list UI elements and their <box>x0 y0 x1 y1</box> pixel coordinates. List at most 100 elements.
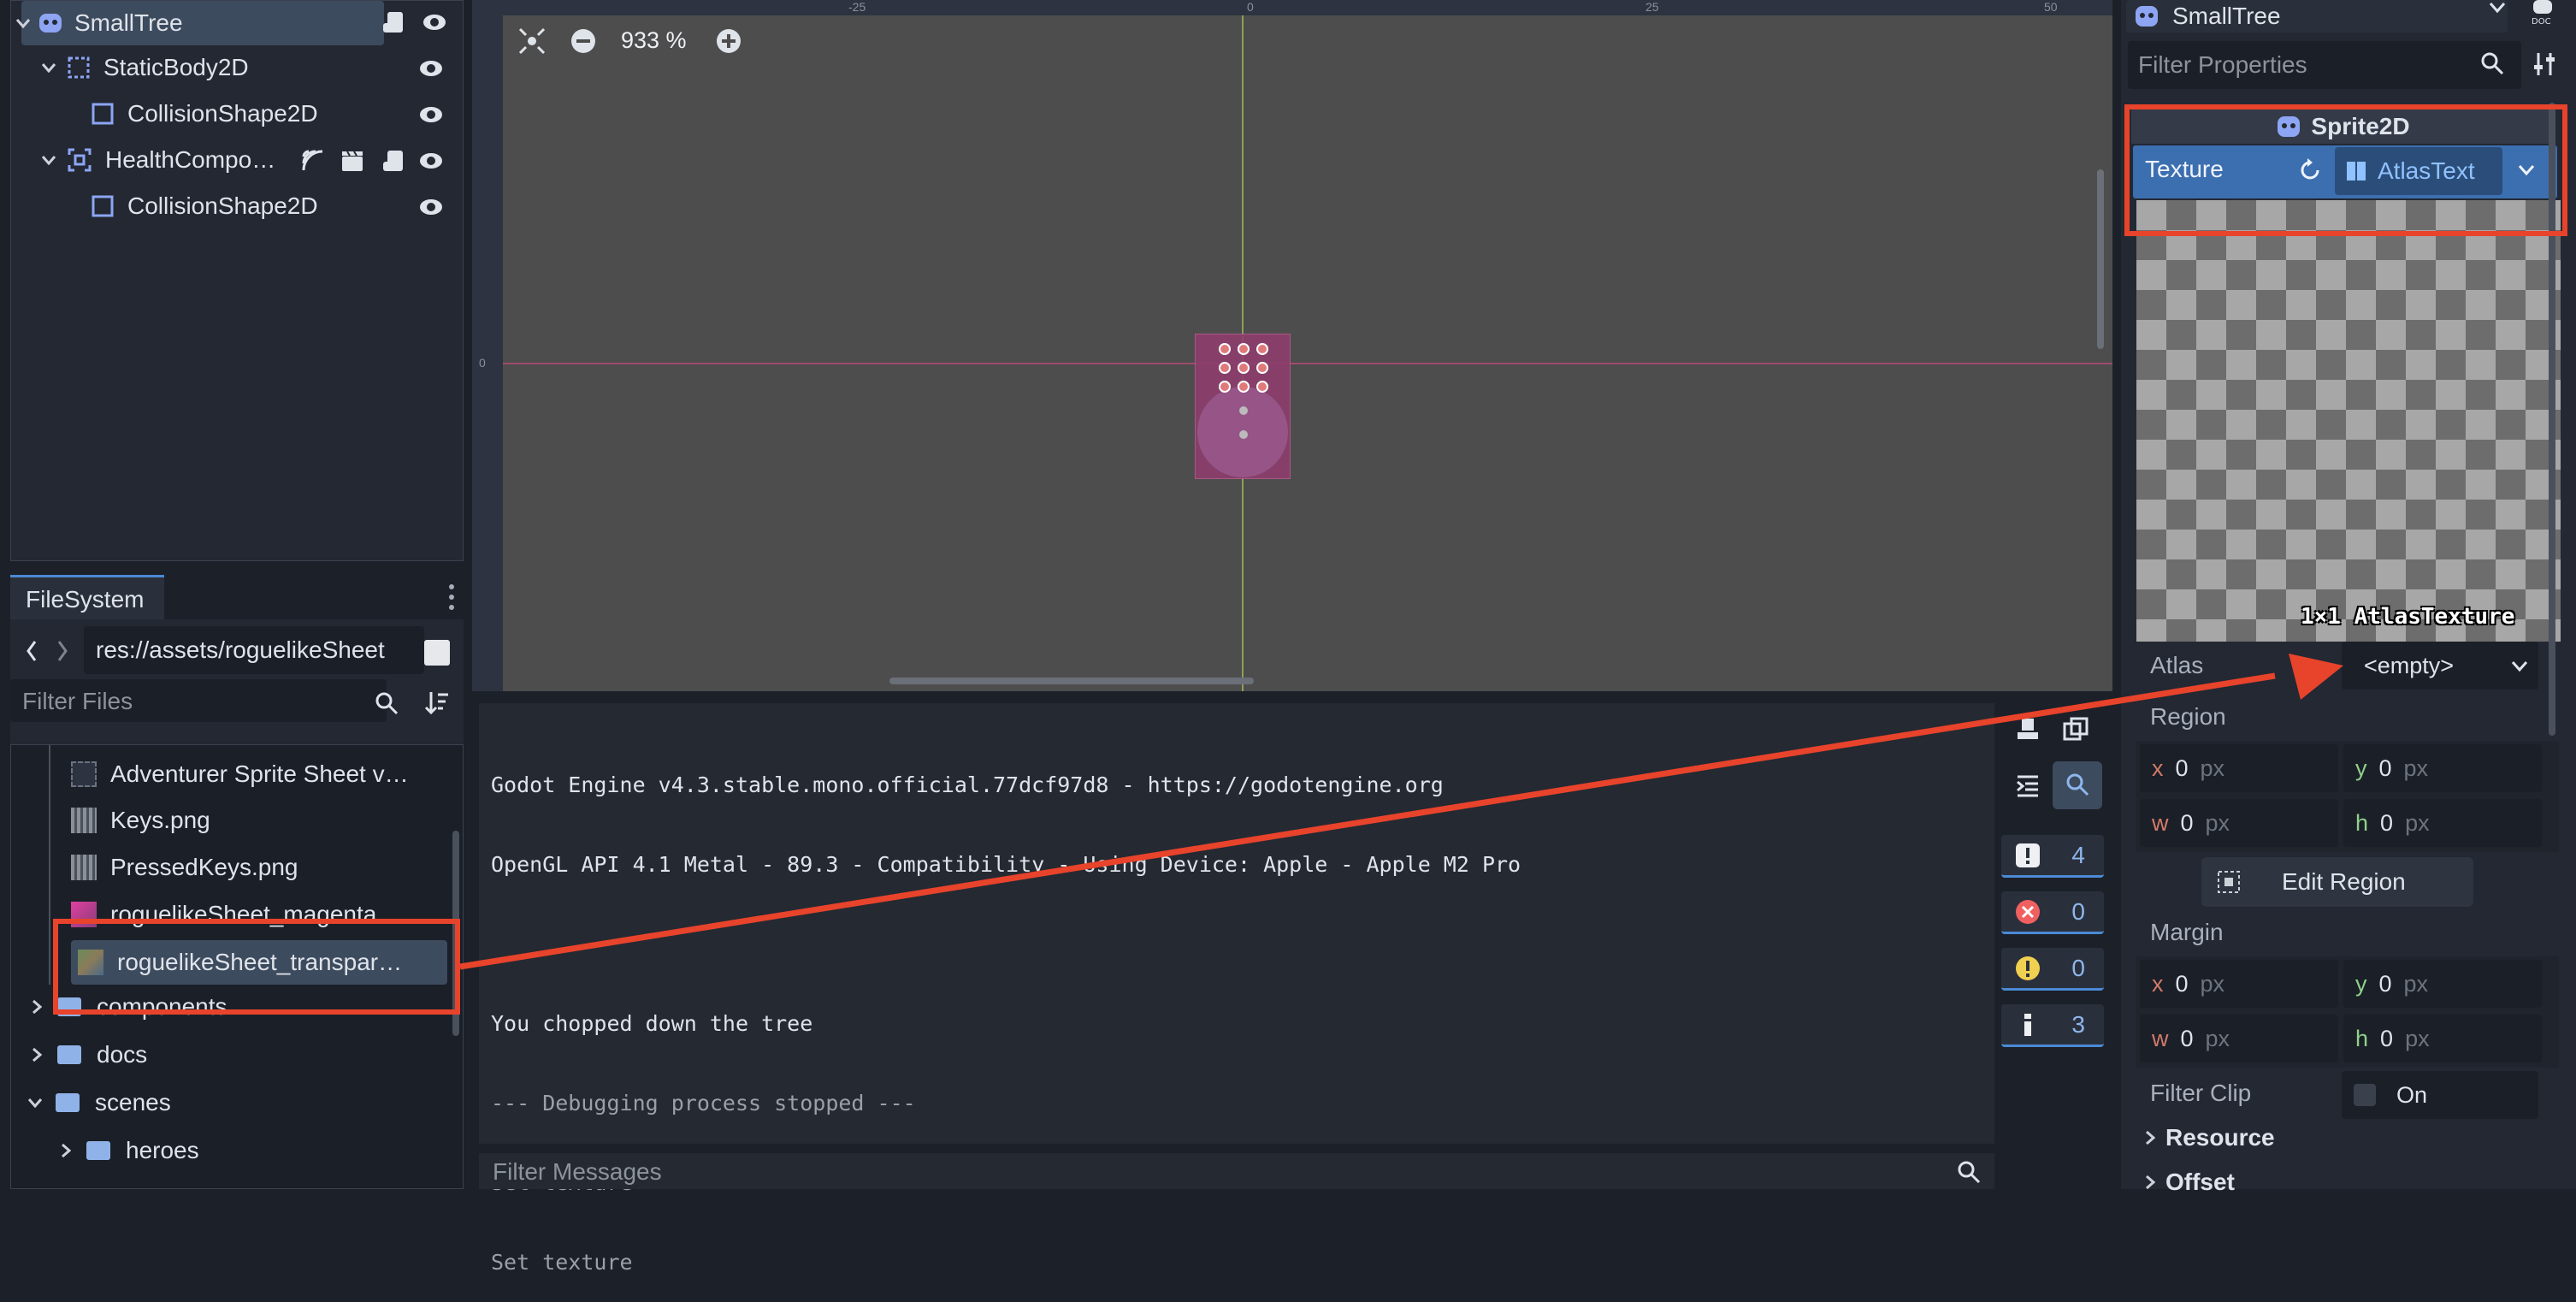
canvas-viewport[interactable]: 933 % <box>503 15 2112 691</box>
file-label: PressedKeys.png <box>110 854 298 880</box>
scene-node-collisionshape2d[interactable]: CollisionShape2D <box>92 92 434 136</box>
edit-region-button[interactable]: Edit Region <box>2201 857 2473 907</box>
file-item[interactable]: Keys.png <box>71 798 210 843</box>
collapse-arrow-icon[interactable] <box>28 1098 42 1108</box>
chevron-down-icon[interactable] <box>2518 164 2535 176</box>
scene-node-smalltree[interactable]: SmallTree <box>16 1 384 45</box>
scene-node-staticbody2d[interactable]: StaticBody2D <box>42 45 452 90</box>
scene-node-collisionshape2d[interactable]: CollisionShape2D <box>92 184 434 228</box>
visibility-eye-icon[interactable] <box>418 194 444 220</box>
tab-filesystem[interactable]: FileSystem <box>10 575 164 619</box>
field-value: 0 <box>2175 755 2189 781</box>
scene-clapper-icon[interactable] <box>340 148 365 174</box>
visibility-eye-icon[interactable] <box>422 9 447 35</box>
scene-node-label: CollisionShape2D <box>127 192 318 219</box>
unit-label: px <box>2403 755 2429 781</box>
collapse-arrow-icon[interactable] <box>42 62 56 73</box>
back-arrow-icon[interactable] <box>26 640 38 662</box>
script-icon[interactable] <box>381 148 406 174</box>
info-toggle[interactable]: 3 <box>2001 1004 2104 1047</box>
margin-y-field[interactable]: y 0 px <box>2343 960 2542 1008</box>
split-view-icon[interactable] <box>424 640 450 666</box>
folder-label: docs <box>97 1041 148 1068</box>
chevron-down-icon[interactable] <box>2489 2 2506 14</box>
collapse-lines-icon[interactable] <box>2015 773 2041 799</box>
warnings-toggle[interactable]: 0 <box>2001 948 2104 991</box>
region-edit-icon <box>2218 871 2240 893</box>
copy-icon[interactable] <box>2063 717 2089 743</box>
image-file-icon <box>71 855 97 880</box>
filter-messages-input[interactable]: Filter Messages <box>479 1153 1994 1189</box>
folder-item[interactable]: heroes <box>61 1128 199 1173</box>
zoom-level[interactable]: 933 % <box>621 27 687 54</box>
collapse-arrow-icon[interactable] <box>16 18 30 28</box>
forward-arrow-icon[interactable] <box>56 640 68 662</box>
file-label: Keys.png <box>110 807 210 833</box>
margin-w-field[interactable]: w 0 px <box>2140 1015 2338 1062</box>
center-view-icon[interactable] <box>518 27 546 55</box>
more-options-icon[interactable] <box>448 582 455 613</box>
filter-clip-checkbox[interactable]: On <box>2342 1071 2538 1119</box>
path-field[interactable]: res://assets/roguelikeSheet <box>84 626 424 674</box>
clear-log-icon[interactable] <box>2015 717 2041 743</box>
all-messages-toggle[interactable]: 4 <box>2001 835 2104 878</box>
offset-section[interactable]: Offset <box>2145 1169 2235 1196</box>
search-icon[interactable] <box>1957 1160 1981 1184</box>
expand-arrow-icon[interactable] <box>32 999 42 1015</box>
search-toggle-button[interactable] <box>2053 761 2102 809</box>
texture-resource-button[interactable]: AtlasText <box>2335 147 2502 195</box>
filter-files-input[interactable]: Filter Files <box>10 679 387 722</box>
filter-properties-input[interactable]: Filter Properties <box>2128 41 2521 89</box>
tools-icon[interactable] <box>2533 51 2557 77</box>
collapse-arrow-icon[interactable] <box>42 155 56 165</box>
sort-icon[interactable] <box>424 689 450 715</box>
search-icon[interactable] <box>375 691 399 715</box>
folder-item[interactable]: components <box>32 985 227 1029</box>
chevron-down-icon[interactable] <box>2511 660 2528 672</box>
vertical-ruler: 0 <box>472 15 503 691</box>
expand-arrow-icon[interactable] <box>32 1047 42 1062</box>
folder-item[interactable]: docs <box>32 1033 147 1077</box>
file-tree-scrollbar[interactable] <box>452 831 459 1036</box>
visibility-eye-icon[interactable] <box>418 102 444 127</box>
visibility-eye-icon[interactable] <box>418 56 444 81</box>
error-icon <box>2016 899 2040 924</box>
errors-toggle[interactable]: 0 <box>2001 891 2104 934</box>
search-icon[interactable] <box>2480 51 2504 75</box>
collision-shape-icon <box>92 103 114 125</box>
horizontal-scrollbar[interactable] <box>889 678 1254 684</box>
region-w-field[interactable]: w 0 px <box>2140 799 2338 847</box>
doc-icon[interactable]: DOC <box>2530 0 2555 26</box>
file-item[interactable]: Adventurer Sprite Sheet v… <box>71 752 409 796</box>
margin-x-field[interactable]: x 0 px <box>2140 960 2338 1008</box>
node-selector[interactable]: SmallTree <box>2126 0 2508 33</box>
scene-node-healthcomponent[interactable]: HealthCompo… <box>42 138 316 182</box>
expand-arrow-icon[interactable] <box>61 1143 71 1158</box>
file-item[interactable]: roguelikeSheet_magenta… <box>71 892 400 937</box>
unit-label: px <box>2403 970 2429 997</box>
file-item-selected[interactable]: roguelikeSheet_transpar… <box>71 940 447 985</box>
region-y-field[interactable]: y 0 px <box>2343 744 2542 792</box>
inspector-scrollbar[interactable] <box>2549 103 2555 736</box>
region-x-field[interactable]: x 0 px <box>2140 744 2338 792</box>
vertical-scrollbar[interactable] <box>2097 169 2104 349</box>
atlas-field[interactable]: <empty> <box>2342 642 2538 689</box>
ruler-label: 25 <box>1645 0 1659 14</box>
collision-handles[interactable] <box>1233 402 1254 453</box>
zoom-out-icon[interactable] <box>570 27 597 55</box>
folder-item[interactable]: scenes <box>28 1080 171 1125</box>
sprite-node-icon <box>2278 116 2301 137</box>
field-value: 0 <box>2380 809 2394 836</box>
margin-h-field[interactable]: h 0 px <box>2343 1015 2542 1062</box>
sprite-node-icon <box>2136 6 2158 27</box>
signal-icon[interactable] <box>300 148 326 174</box>
file-item[interactable]: PressedKeys.png <box>71 845 298 890</box>
visibility-eye-icon[interactable] <box>418 148 444 174</box>
revert-icon[interactable] <box>2297 157 2323 183</box>
zoom-in-icon[interactable] <box>715 27 742 55</box>
resource-section[interactable]: Resource <box>2145 1124 2275 1151</box>
region-h-field[interactable]: h 0 px <box>2343 799 2542 847</box>
transform-handles[interactable] <box>1218 342 1269 394</box>
script-icon[interactable] <box>381 9 406 35</box>
scene-node-label: CollisionShape2D <box>127 100 318 127</box>
